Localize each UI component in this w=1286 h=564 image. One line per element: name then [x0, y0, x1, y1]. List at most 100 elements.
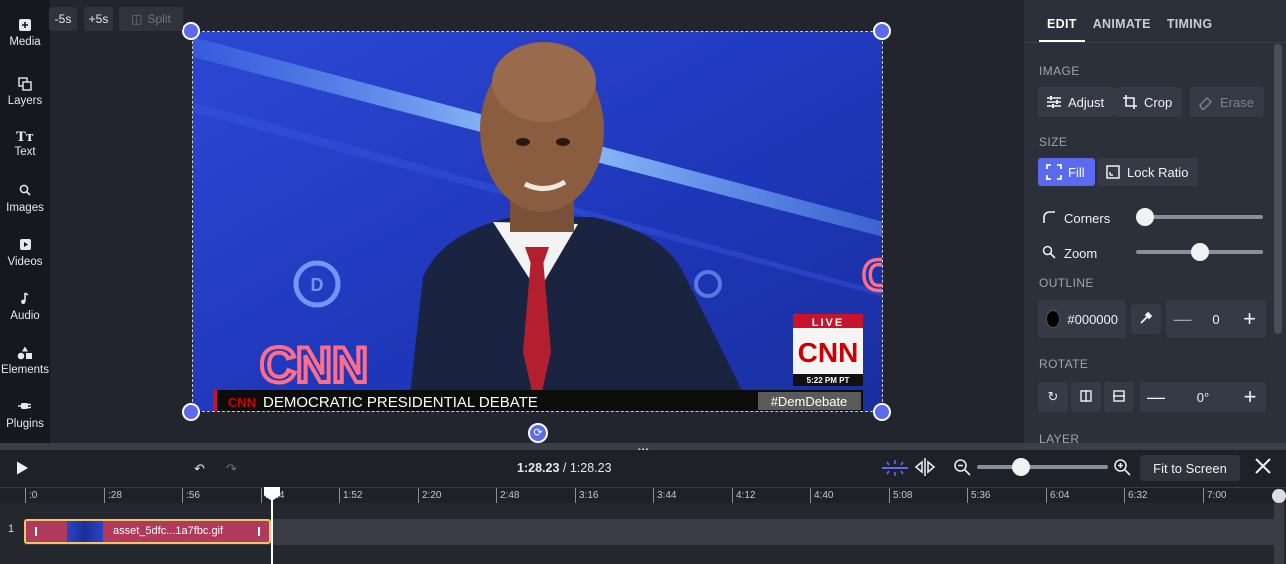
corners-slider-track[interactable] — [1136, 215, 1263, 219]
svg-text:D: D — [311, 275, 324, 295]
ruler-tick: :0 — [25, 488, 37, 504]
svg-text:DEMOCRATIC PRESIDENTIAL DEBATE: DEMOCRATIC PRESIDENTIAL DEBATE — [263, 394, 538, 411]
play-button[interactable] — [14, 460, 30, 476]
sidebar-item-layers[interactable]: Layers — [0, 77, 50, 107]
undo-button[interactable]: ↶ — [194, 461, 205, 477]
zoom-in-button[interactable] — [1113, 458, 1131, 481]
clip-trim-handle-right[interactable] — [258, 527, 260, 536]
timeline-scrollbar[interactable] — [1272, 489, 1286, 564]
outline-width-stepper[interactable]: — 0 + — [1166, 300, 1266, 338]
flip-vertical-button[interactable] — [1104, 382, 1134, 412]
shapes-icon — [0, 346, 50, 362]
time-separator: / — [559, 461, 570, 475]
ruler-tick: 6:04 — [1046, 488, 1069, 504]
skip-back-5s-button[interactable]: -5s — [49, 7, 77, 31]
sidebar-item-plugins[interactable]: Plugins — [0, 400, 50, 430]
sidebar-item-label: Plugins — [6, 418, 44, 430]
outline-color-button[interactable]: #000000 — [1038, 300, 1126, 338]
panel-scrollbar[interactable] — [1274, 44, 1282, 334]
resize-handle-top-left[interactable] — [182, 22, 200, 40]
ruler-tick: :56 — [182, 488, 200, 504]
properties-panel: EDIT ANIMATE TIMING IMAGE Adjust Crop Er… — [1024, 0, 1286, 443]
sidebar-item-images[interactable]: Images — [0, 184, 50, 214]
tab-animate[interactable]: ANIMATE — [1085, 0, 1159, 42]
sidebar-item-audio[interactable]: Audio — [0, 292, 50, 322]
fit-to-screen-button[interactable]: Fit to Screen — [1140, 455, 1240, 481]
plug-icon — [0, 400, 50, 416]
ruler-tick: 4:40 — [810, 488, 833, 504]
tab-timing[interactable]: TIMING — [1159, 0, 1221, 42]
eyedropper-icon — [1139, 309, 1153, 330]
track-number: 1 — [8, 523, 15, 535]
ruler-tick: 2:20 — [418, 488, 441, 504]
plus-icon[interactable]: + — [1233, 306, 1266, 332]
editor-canvas: D CNN C LIVE CNN 5:22 PM PT CNN DEMOCRAT… — [50, 0, 1024, 443]
rotate-button[interactable]: ↻ — [1038, 382, 1068, 412]
redo-button[interactable]: ↷ — [226, 461, 237, 477]
current-time: 1:28.23 — [517, 461, 560, 475]
corners-row: Corners — [1042, 210, 1110, 227]
text-icon: Tт — [16, 130, 34, 145]
flip-vertical-icon — [1112, 387, 1126, 408]
svg-text:CNN: CNN — [228, 395, 256, 410]
play-icon — [17, 461, 28, 475]
clip-trim-handle-left[interactable] — [35, 527, 37, 536]
snap-icon — [882, 460, 908, 476]
tab-edit[interactable]: EDIT — [1039, 0, 1085, 42]
timeline-ruler[interactable]: :0 :28 :56 1:24 1:52 2:20 2:48 3:16 3:44… — [0, 487, 1286, 504]
svg-text:LIVE: LIVE — [812, 317, 844, 329]
minus-icon[interactable]: — — [1140, 387, 1172, 408]
ruler-tick: 4:12 — [732, 488, 755, 504]
search-icon — [0, 184, 50, 200]
rotate-handle[interactable]: ⟳ — [528, 423, 548, 443]
aspect-ratio-icon — [1105, 164, 1121, 180]
rotate-angle-stepper[interactable]: — 0° + — [1140, 382, 1266, 412]
crop-button[interactable]: Crop — [1114, 87, 1183, 117]
erase-label: Erase — [1220, 94, 1254, 110]
zoom-icon — [1042, 245, 1064, 262]
timeline-clip[interactable]: asset_5dfc...1a7fbc.gif — [24, 519, 271, 544]
timeline-zoom-track[interactable] — [977, 465, 1108, 469]
eraser-icon — [1198, 94, 1214, 110]
adjust-label: Adjust — [1068, 94, 1105, 110]
plus-icon[interactable]: + — [1234, 384, 1266, 410]
sidebar-item-videos[interactable]: Videos — [0, 238, 50, 268]
resize-handle-top-right[interactable] — [873, 22, 891, 40]
sidebar-item-label: Media — [9, 36, 41, 48]
total-time: 1:28.23 — [569, 461, 612, 475]
color-swatch — [1046, 310, 1061, 328]
lock-ratio-button[interactable]: Lock Ratio — [1097, 158, 1199, 186]
redo-icon: ↷ — [226, 461, 237, 476]
snap-toggle[interactable] — [881, 459, 909, 482]
time-display: 1:28.23 / 1:28.23 — [517, 461, 612, 475]
crop-label: Crop — [1144, 94, 1173, 110]
zoom-out-button[interactable] — [953, 458, 971, 481]
rotate-section-heading: ROTATE — [1039, 357, 1089, 371]
timeline-zoom-thumb[interactable] — [1012, 458, 1031, 476]
skip-forward-5s-button[interactable]: +5s — [84, 7, 113, 31]
ruler-tick: 6:32 — [1124, 488, 1147, 504]
timeline-scroll-thumb[interactable] — [1272, 489, 1286, 503]
close-timeline-button[interactable] — [1254, 457, 1272, 480]
sidebar-item-label: Images — [6, 202, 44, 214]
split-button[interactable]: ◫ Split — [119, 7, 183, 31]
erase-button[interactable]: Erase — [1190, 87, 1264, 117]
outline-section-heading: OUTLINE — [1039, 276, 1094, 290]
resize-handle-bottom-right[interactable] — [873, 403, 891, 421]
outline-color-value: #000000 — [1067, 311, 1118, 327]
sidebar-item-text[interactable]: Tт Text — [0, 130, 50, 158]
selected-image-layer[interactable]: D CNN C LIVE CNN 5:22 PM PT CNN DEMOCRAT… — [192, 31, 883, 412]
corners-slider-thumb[interactable] — [1136, 208, 1154, 226]
sidebar-item-label: Text — [14, 146, 36, 158]
zoom-out-icon — [954, 459, 971, 476]
sidebar-item-elements[interactable]: Elements — [0, 346, 50, 376]
zoom-slider-thumb[interactable] — [1190, 243, 1209, 261]
fill-button[interactable]: Fill — [1038, 158, 1095, 186]
sidebar-item-media[interactable]: Media — [0, 18, 50, 48]
flip-horizontal-button[interactable] — [1071, 382, 1101, 412]
minus-icon[interactable]: — — [1166, 309, 1199, 330]
split-view-toggle[interactable] — [914, 457, 936, 482]
adjust-button[interactable]: Adjust — [1038, 87, 1115, 117]
resize-handle-bottom-left[interactable] — [182, 403, 200, 421]
eyedropper-button[interactable] — [1131, 304, 1161, 334]
